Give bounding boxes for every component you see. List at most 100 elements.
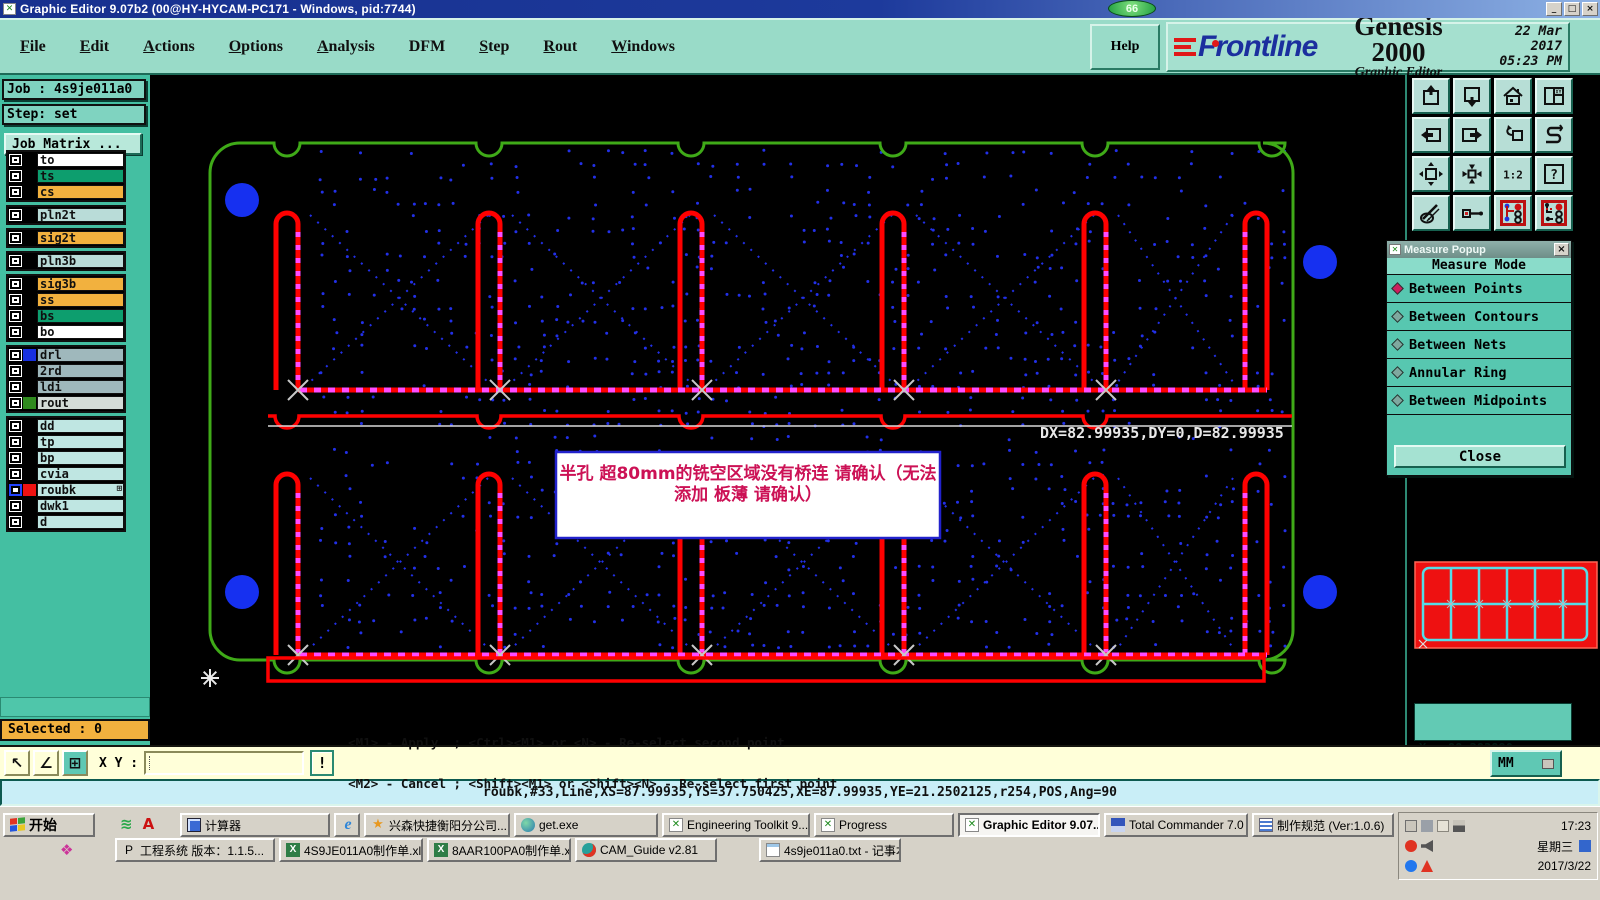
layer-color-swatch[interactable] (23, 420, 36, 432)
layer-row-d[interactable]: d (8, 514, 124, 530)
layer-checkbox[interactable] (9, 381, 22, 393)
layer-color-swatch[interactable] (23, 255, 36, 267)
layer-checkbox[interactable] (9, 294, 22, 306)
layer-checkbox[interactable] (9, 255, 22, 267)
measure-option-between-contours[interactable]: Between Contours (1387, 303, 1571, 331)
layer-color-swatch[interactable] (23, 500, 36, 512)
layer-color-swatch[interactable] (23, 468, 36, 480)
layer-checkbox[interactable] (9, 397, 22, 409)
layer-name[interactable]: cvia (37, 467, 124, 481)
measure-close-button[interactable]: Close (1394, 445, 1566, 468)
net-compare-b-button[interactable]: .f{fill:#101010;stroke:none} (1535, 195, 1573, 231)
taskbar-button[interactable]: 4s9je011a0.txt - 记事本 (759, 838, 901, 862)
start-button[interactable]: 开始 (3, 813, 95, 837)
swoosh-icon[interactable]: ≋ (120, 815, 133, 833)
layer-checkbox[interactable] (9, 500, 22, 512)
layer-checkbox[interactable] (9, 468, 22, 480)
layer-name[interactable]: ldi (37, 380, 124, 394)
units-selector[interactable]: MM (1490, 750, 1562, 777)
layer-row-bs[interactable]: bs (8, 308, 124, 324)
measure-option-between-midpoints[interactable]: Between Midpoints (1387, 387, 1571, 415)
layer-row-bo[interactable]: bo (8, 324, 124, 340)
layer-name[interactable]: bp (37, 451, 124, 465)
layer-row-bp[interactable]: bp (8, 450, 124, 466)
layer-row-dwk1[interactable]: dwk1 (8, 498, 124, 514)
net-compare-a-button[interactable]: .f{fill:#101010;stroke:none} (1494, 195, 1532, 231)
layer-color-swatch[interactable] (23, 170, 36, 182)
layer-name[interactable]: pln2t (37, 208, 124, 222)
layer-row-rout[interactable]: rout (8, 395, 124, 411)
layer-color-swatch[interactable] (23, 186, 36, 198)
layer-checkbox[interactable] (9, 420, 22, 432)
pcb-canvas[interactable]: DX=82.99935,DY=0,D=82.99935 半孔 超80mm的铣空区域… (150, 75, 1405, 745)
menu-file[interactable]: File (20, 38, 46, 56)
panel-thumbnail[interactable] (1413, 556, 1599, 654)
pan-right-button[interactable]: .f{fill:#101010;stroke:none} (1453, 117, 1491, 153)
select-arrow-button[interactable]: ↖ (4, 750, 30, 776)
taskbar-button[interactable]: 制作规范 (Ver:1.0.6) (1252, 813, 1394, 837)
layer-checkbox[interactable] (9, 170, 22, 182)
layer-checkbox[interactable] (9, 365, 22, 377)
restore-button[interactable]: □ (1564, 2, 1580, 16)
layer-checkbox[interactable] (9, 452, 22, 464)
signal-icon[interactable] (1453, 820, 1465, 832)
download-icon[interactable] (1405, 840, 1417, 852)
menu-windows[interactable]: Windows (611, 38, 675, 56)
layer-name[interactable]: bs (37, 309, 124, 323)
layer-color-swatch[interactable] (23, 232, 36, 244)
layer-row-cs[interactable]: cs (8, 184, 124, 200)
taskbar-button[interactable]: P 工程系统 版本：1.1.5... (115, 838, 275, 862)
pan-left-button[interactable]: .f{fill:#101010;stroke:none} (1412, 117, 1450, 153)
layer-color-swatch[interactable] (23, 397, 36, 409)
pdf-icon[interactable]: A (143, 815, 155, 833)
measure-option-between-points[interactable]: Between Points (1387, 275, 1571, 303)
menu-edit[interactable]: Edit (80, 38, 109, 56)
layer-color-swatch[interactable] (23, 154, 36, 166)
gpu-icon[interactable] (1421, 860, 1433, 872)
layer-row-ldi[interactable]: ldi (8, 379, 124, 395)
menu-actions[interactable]: Actions (143, 38, 195, 56)
layer-color-swatch[interactable] (23, 278, 36, 290)
layer-checkbox[interactable] (9, 349, 22, 361)
layer-color-swatch[interactable] (23, 365, 36, 377)
zoom-1-2-button[interactable]: 1:2.f{fill:#101010;stroke:none} (1494, 156, 1532, 192)
undo-view-button[interactable]: .f{fill:#101010;stroke:none} (1494, 117, 1532, 153)
alert-button[interactable]: ! (310, 750, 335, 776)
layer-row-sig3b[interactable]: sig3b (8, 276, 124, 292)
layer-row-ss[interactable]: ss (8, 292, 124, 308)
close-button[interactable]: × (1582, 2, 1598, 16)
setup-tools-button[interactable]: .f{fill:#101010;stroke:none} (1412, 195, 1450, 231)
step-route-button[interactable]: .f{fill:#101010;stroke:none} (1535, 117, 1573, 153)
layer-name[interactable]: to (37, 153, 124, 167)
menu-help[interactable]: Help (1090, 23, 1160, 70)
usb-icon[interactable] (1421, 820, 1433, 832)
network-icon[interactable] (1579, 840, 1591, 852)
minimize-button[interactable]: _ (1546, 2, 1562, 16)
layer-checkbox[interactable] (9, 278, 22, 290)
windows-xy-button[interactable]: XY.f{fill:#101010;stroke:none} (1535, 78, 1573, 114)
layer-color-swatch[interactable] (23, 310, 36, 322)
volume-icon[interactable] (1421, 840, 1433, 852)
measure-popup-close-icon[interactable]: × (1554, 243, 1569, 256)
layer-name[interactable]: drl (37, 348, 124, 362)
menu-step[interactable]: Step (479, 38, 509, 56)
xy-input[interactable] (144, 751, 305, 775)
layer-row-pln3b[interactable]: pln3b (8, 253, 124, 269)
layer-checkbox[interactable] (9, 209, 22, 221)
layer-color-swatch[interactable] (23, 294, 36, 306)
angle-button[interactable]: ∠ (33, 750, 59, 776)
taskbar-button[interactable]: Total Commander 7.0 ... (1104, 813, 1248, 837)
layer-row-roubk[interactable]: roubk ⊞ (8, 482, 124, 498)
layer-color-swatch[interactable] (23, 349, 36, 361)
measure-option-annular-ring[interactable]: Annular Ring (1387, 359, 1571, 387)
layer-color-swatch[interactable] (23, 436, 36, 448)
layer-color-swatch[interactable] (23, 484, 36, 496)
taskbar-button[interactable]: CAM_Guide v2.81 (575, 838, 717, 862)
home-view-button[interactable]: .f{fill:#101010;stroke:none} (1494, 78, 1532, 114)
clipboard-up-button[interactable]: .f{fill:#101010;stroke:none} (1412, 78, 1450, 114)
layer-name[interactable]: ts (37, 169, 124, 183)
menu-rout[interactable]: Rout (543, 38, 577, 56)
layer-row-cvia[interactable]: cvia (8, 466, 124, 482)
layer-checkbox[interactable] (9, 326, 22, 338)
layer-checkbox[interactable] (9, 516, 22, 528)
